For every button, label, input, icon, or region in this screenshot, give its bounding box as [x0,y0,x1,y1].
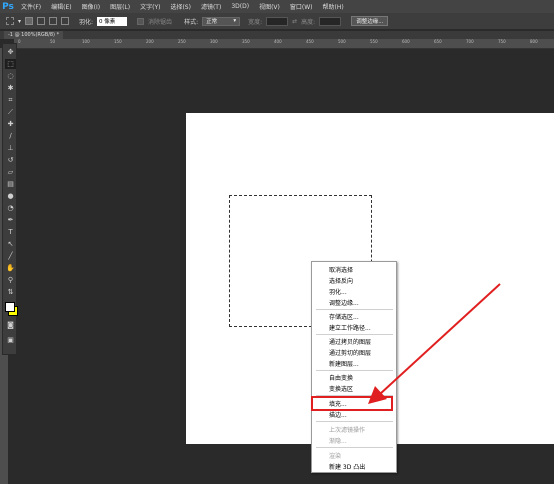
line-tool-icon[interactable]: ╱ [5,251,16,261]
menu-separator [316,421,393,422]
ruler-tick-label: 100 [82,39,90,44]
ruler-tick-label: 200 [146,39,154,44]
menu-item-deselect[interactable]: 取消选择 [329,265,353,274]
intersect-selection-icon[interactable] [61,17,70,25]
swap-colors-icon[interactable]: ⇅ [5,287,16,297]
menu-item-transform-selection[interactable]: 变换选区 [329,384,353,393]
ruler-tick-label: 800 [530,39,538,44]
width-input[interactable] [266,16,289,26]
document-tab-bar [0,31,554,39]
menu-item-new-3d-extrusion[interactable]: 新建 3D 凸出 [329,462,365,471]
history-brush-icon[interactable]: ↺ [5,155,16,165]
quick-mask-icon[interactable]: ◙ [5,320,16,330]
eraser-icon[interactable]: ▱ [5,167,16,177]
annotation-arrow-icon [368,283,501,404]
menu-item-refine-edge[interactable]: 调整边缘... [329,298,359,307]
menu-select[interactable]: 选择(S) [165,2,196,11]
toolbox: ✥ ⬚ ◌ ✱ ⌗ ⟋ ✚ ∕ ⊥ ↺ ▱ ▤ ● ◔ ✒ T ↖ ╱ ✋ ⚲ … [2,43,18,355]
dodge-icon[interactable]: ◔ [5,203,16,213]
menu-layer[interactable]: 图层(L) [105,2,135,11]
ruler-tick-label: 150 [114,39,122,44]
ruler-tick-label: 550 [370,39,378,44]
menu-item-free-transform[interactable]: 自由变换 [329,373,353,382]
ruler-tick-label: 400 [274,39,282,44]
antialias-checkbox[interactable] [137,17,145,25]
menu-item-new-layer[interactable]: 新建图层... [329,359,359,368]
blur-icon[interactable]: ● [5,191,16,201]
menu-edit[interactable]: 编辑(E) [46,2,76,11]
menu-window[interactable]: 窗口(W) [285,2,318,11]
menu-item-save-selection[interactable]: 存储选区... [329,312,359,321]
menu-3d[interactable]: 3D(D) [226,3,254,10]
height-input[interactable] [319,16,342,26]
menu-item-inverse[interactable]: 选择反向 [329,276,353,285]
path-selection-icon[interactable]: ↖ [5,239,16,249]
magic-wand-icon[interactable]: ✱ [5,83,16,93]
ruler-tick-label: 250 [178,39,186,44]
menu-item-render: 渲染 [329,453,342,460]
refine-edge-button[interactable]: 调整边缘... [351,16,389,26]
healing-brush-icon[interactable]: ✚ [5,119,16,129]
clone-stamp-icon[interactable]: ⊥ [5,143,16,153]
preset-dropdown-icon[interactable]: ▾ [18,18,21,25]
hand-icon[interactable]: ✋ [5,263,16,273]
style-label: 样式: [184,18,199,26]
lasso-icon[interactable]: ◌ [5,71,16,81]
crop-icon[interactable]: ⌗ [5,95,16,105]
photoshop-logo: Ps [2,1,14,12]
pen-icon[interactable]: ✒ [5,215,16,225]
style-select[interactable]: 正常 ▾ [202,16,241,26]
ruler-tick-label: 700 [466,39,474,44]
menu-view[interactable]: 视图(V) [254,2,285,11]
move-tool-icon[interactable]: ✥ [5,47,16,57]
horizontal-ruler: 0 50 100 150 200 250 300 350 400 450 500 550 600 650 7… [14,39,554,49]
antialias-label: 消除锯齿 [148,18,173,26]
ruler-tick-label: 500 [338,39,346,44]
gradient-icon[interactable]: ▤ [5,179,16,189]
ruler-tick-label: 0 [18,39,21,44]
ruler-tick-label: 50 [50,39,56,44]
ruler-tick-label: 350 [242,39,250,44]
menu-item-feather[interactable]: 羽化... [329,287,347,296]
height-label: 高度: [301,18,316,26]
options-bar: ▾ 羽化: 0 像素 消除锯齿 样式: 正常 ▾ 宽度: ⇄ 高度: 调整边缘..… [0,13,554,30]
eyedropper-icon[interactable]: ⟋ [5,107,16,117]
marquee-preset-icon[interactable] [6,17,14,25]
menu-filter[interactable]: 滤镜(T) [196,2,226,11]
menu-item-stroke[interactable]: 描边... [329,410,347,419]
menu-type[interactable]: 文字(Y) [135,2,165,11]
rectangular-marquee-icon[interactable]: ⬚ [5,59,16,69]
menu-item-last-filter: 上次滤镜操作 [329,427,366,434]
ruler-tick-label: 300 [210,39,218,44]
menu-file[interactable]: 文件(F) [16,2,46,11]
document-tab[interactable]: -1 @ 100%(RGB/8) * [4,31,64,39]
swap-icon[interactable]: ⇄ [292,18,297,25]
ruler-tick-label: 650 [434,39,442,44]
zoom-icon[interactable]: ⚲ [5,275,16,285]
feather-input[interactable]: 0 像素 [97,16,128,26]
menu-image[interactable]: 图像(I) [77,2,105,11]
new-selection-icon[interactable] [25,17,34,25]
subtract-selection-icon[interactable] [49,17,58,25]
menubar: Ps 文件(F) 编辑(E) 图像(I) 图层(L) 文字(Y) 选择(S) 滤… [0,0,554,13]
type-tool-icon[interactable]: T [5,227,16,237]
ruler-tick-label: 750 [498,39,506,44]
feather-label: 羽化: [79,18,94,26]
screen-mode-icon[interactable]: ▣ [5,335,16,345]
chevron-down-icon: ▾ [233,18,237,24]
brush-icon[interactable]: ∕ [5,131,16,141]
foreground-color-swatch[interactable] [5,302,15,312]
add-selection-icon[interactable] [37,17,46,25]
width-label: 宽度: [248,18,263,26]
ruler-tick-label: 600 [402,39,410,44]
menu-item-fade: 渐隐... [329,438,347,445]
menu-help[interactable]: 帮助(H) [318,2,349,11]
style-select-value: 正常 [206,19,218,25]
ruler-tick-label: 450 [306,39,314,44]
menu-separator [316,447,393,448]
